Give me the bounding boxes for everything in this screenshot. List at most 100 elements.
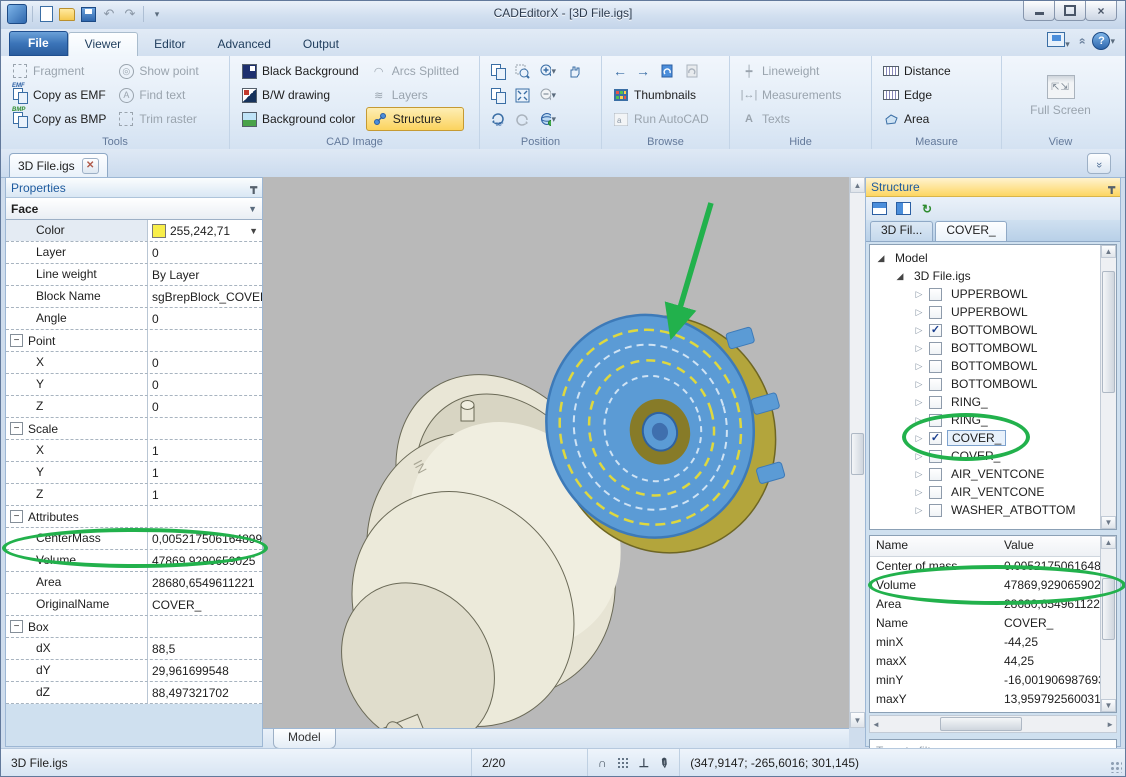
tree-item-bottombowl[interactable]: ▷BOTTOMBOWL (870, 339, 1116, 357)
refresh-icon[interactable]: ↻ (917, 199, 937, 219)
property-row-y[interactable]: Y1 (6, 462, 262, 484)
grid-icon[interactable] (617, 757, 629, 769)
viewport-scrollbar[interactable]: ▲ ▼ (849, 177, 865, 728)
tree-item-3d-file-igs[interactable]: ◢3D File.igs (870, 267, 1116, 285)
tree-item-air-ventcone[interactable]: ▷AIR_VENTCONE (870, 465, 1116, 483)
tab-viewer[interactable]: Viewer (68, 32, 138, 56)
fragment-button[interactable]: Fragment (7, 59, 111, 83)
tree-item-cover-[interactable]: ▷✓COVER_ (870, 429, 1116, 447)
visibility-checkbox[interactable] (929, 288, 942, 301)
property-row-volume[interactable]: Volume47869,9290659025 (6, 550, 262, 572)
tree-item-ring-[interactable]: ▷RING_ (870, 393, 1116, 411)
restore-button[interactable] (1054, 1, 1086, 21)
property-row-area[interactable]: Area28680,6549611221 (6, 572, 262, 594)
scroll-up-icon[interactable]: ▲ (1101, 536, 1116, 549)
property-row-dz[interactable]: dZ88,497321702 (6, 682, 262, 704)
tree-item-upperbowl[interactable]: ▷UPPERBOWL (870, 303, 1116, 321)
fit-to-screen-icon[interactable] (514, 87, 530, 103)
tab-editor[interactable]: Editor (138, 33, 201, 56)
find-text-button[interactable]: AFind text (113, 83, 203, 107)
tab-output[interactable]: Output (287, 33, 355, 56)
visibility-checkbox[interactable] (929, 396, 942, 409)
table-row-minx[interactable]: minX-44,25 (870, 633, 1116, 652)
property-row-z[interactable]: Z0 (6, 396, 262, 418)
close-button[interactable]: × (1085, 1, 1117, 21)
model-tab[interactable]: Model (273, 729, 336, 749)
scroll-down-icon[interactable]: ▼ (850, 712, 865, 728)
copy-as-bmp-button[interactable]: BMPCopy as BMP (7, 107, 111, 131)
expand-node-icon[interactable]: ▷ (914, 451, 924, 462)
scrollbar-thumb[interactable] (940, 717, 1022, 731)
table-row-maxy[interactable]: maxY13,9597925600316 (870, 690, 1116, 709)
property-row-color[interactable]: Color255,242,71▼ (6, 220, 262, 242)
previous-view-icon[interactable] (490, 63, 506, 79)
pan-hand-icon[interactable] (566, 63, 582, 79)
property-row-centermass[interactable]: CenterMass0,00521750616489952 (6, 528, 262, 550)
property-row-y[interactable]: Y0 (6, 374, 262, 396)
pin-icon[interactable]: ┳ (250, 181, 257, 194)
chevron-down-icon[interactable]: ▼ (249, 221, 258, 241)
thumbnails-button[interactable]: Thumbnails (608, 83, 714, 107)
visibility-checkbox[interactable] (929, 378, 942, 391)
visibility-checkbox[interactable] (929, 306, 942, 319)
texts-button[interactable]: ATexts (736, 107, 846, 131)
arcs-splitted-button[interactable]: ◠Arcs Splitted (366, 59, 464, 83)
visibility-checkbox[interactable]: ✓ (929, 324, 942, 337)
orbit-3d-icon[interactable]: ▾ (540, 111, 556, 127)
tree-item-cover-[interactable]: ▷COVER_ (870, 447, 1116, 465)
table-row-center-of-mass[interactable]: Center of mass0.00521750616489, (870, 557, 1116, 576)
close-tab-icon[interactable]: ✕ (82, 158, 99, 174)
copy-view-icon[interactable] (490, 87, 506, 103)
area-button[interactable]: Area (878, 107, 956, 131)
table-row-area[interactable]: Area28680,6549611221 (870, 595, 1116, 614)
osnap-magnet-icon[interactable]: ∩ (598, 756, 607, 770)
collapse-ribbon-icon[interactable]: » (1074, 38, 1088, 45)
collapse-group-icon[interactable]: − (10, 334, 23, 347)
property-row-dy[interactable]: dY29,961699548 (6, 660, 262, 682)
collapse-node-icon[interactable]: ◢ (876, 253, 886, 264)
table-horizontal-scrollbar[interactable]: ◄ ► (869, 715, 1117, 733)
tab-list-chevron-button[interactable]: » (1087, 153, 1111, 174)
property-row-x[interactable]: X0 (6, 352, 262, 374)
run-autocad-button[interactable]: aRun AutoCAD (608, 107, 714, 131)
tree-item-bottombowl[interactable]: ▷BOTTOMBOWL (870, 357, 1116, 375)
resize-grip[interactable] (1110, 761, 1122, 773)
lineweight-button[interactable]: ┿Lineweight (736, 59, 846, 83)
trim-raster-button[interactable]: Trim raster (113, 107, 203, 131)
property-row-attributes[interactable]: −Attributes (6, 506, 262, 528)
expand-node-icon[interactable]: ▷ (914, 307, 924, 318)
expand-node-icon[interactable]: ▷ (914, 343, 924, 354)
expand-node-icon[interactable]: ▷ (914, 469, 924, 480)
expand-node-icon[interactable]: ▷ (914, 397, 924, 408)
property-row-angle[interactable]: Angle0 (6, 308, 262, 330)
collapse-group-icon[interactable]: − (10, 510, 23, 523)
expand-node-icon[interactable]: ▷ (914, 505, 924, 516)
tree-item-ring-[interactable]: ▷RING_ (870, 411, 1116, 429)
forward-icon[interactable]: → (636, 63, 650, 79)
column-header-value[interactable]: Value (998, 536, 1116, 556)
edge-button[interactable]: Edge (878, 83, 956, 107)
table-row-maxx[interactable]: maxX44,25 (870, 652, 1116, 671)
zoom-in-icon[interactable]: ▾ (540, 63, 556, 79)
scrollbar-thumb[interactable] (1102, 271, 1115, 393)
table-scrollbar[interactable]: ▲ ▼ (1100, 536, 1116, 712)
structure-tab-file[interactable]: 3D Fil... (870, 221, 933, 241)
table-row-miny[interactable]: minY-16,0019069876934 (870, 671, 1116, 690)
visibility-checkbox[interactable] (929, 486, 942, 499)
screen-mode-icon[interactable]: ▾ (1047, 32, 1070, 50)
expand-node-icon[interactable]: ▷ (914, 289, 924, 300)
structure-button[interactable]: Structure (366, 107, 464, 131)
back-icon[interactable]: ← (613, 63, 627, 79)
tab-advanced[interactable]: Advanced (202, 33, 287, 56)
scroll-down-icon[interactable]: ▼ (1101, 516, 1116, 529)
expand-node-icon[interactable]: ▷ (914, 379, 924, 390)
undo-view-icon[interactable] (659, 63, 675, 79)
split-vertical-icon[interactable] (893, 199, 913, 219)
expand-node-icon[interactable]: ▷ (914, 361, 924, 372)
distance-button[interactable]: Distance (878, 59, 956, 83)
property-row-z[interactable]: Z1 (6, 484, 262, 506)
structure-tab-cover[interactable]: COVER_ (935, 221, 1006, 241)
tree-scrollbar[interactable]: ▲ ▼ (1100, 245, 1116, 529)
black-background-button[interactable]: Black Background (236, 59, 364, 83)
tree-item-model[interactable]: ◢Model (870, 249, 1116, 267)
